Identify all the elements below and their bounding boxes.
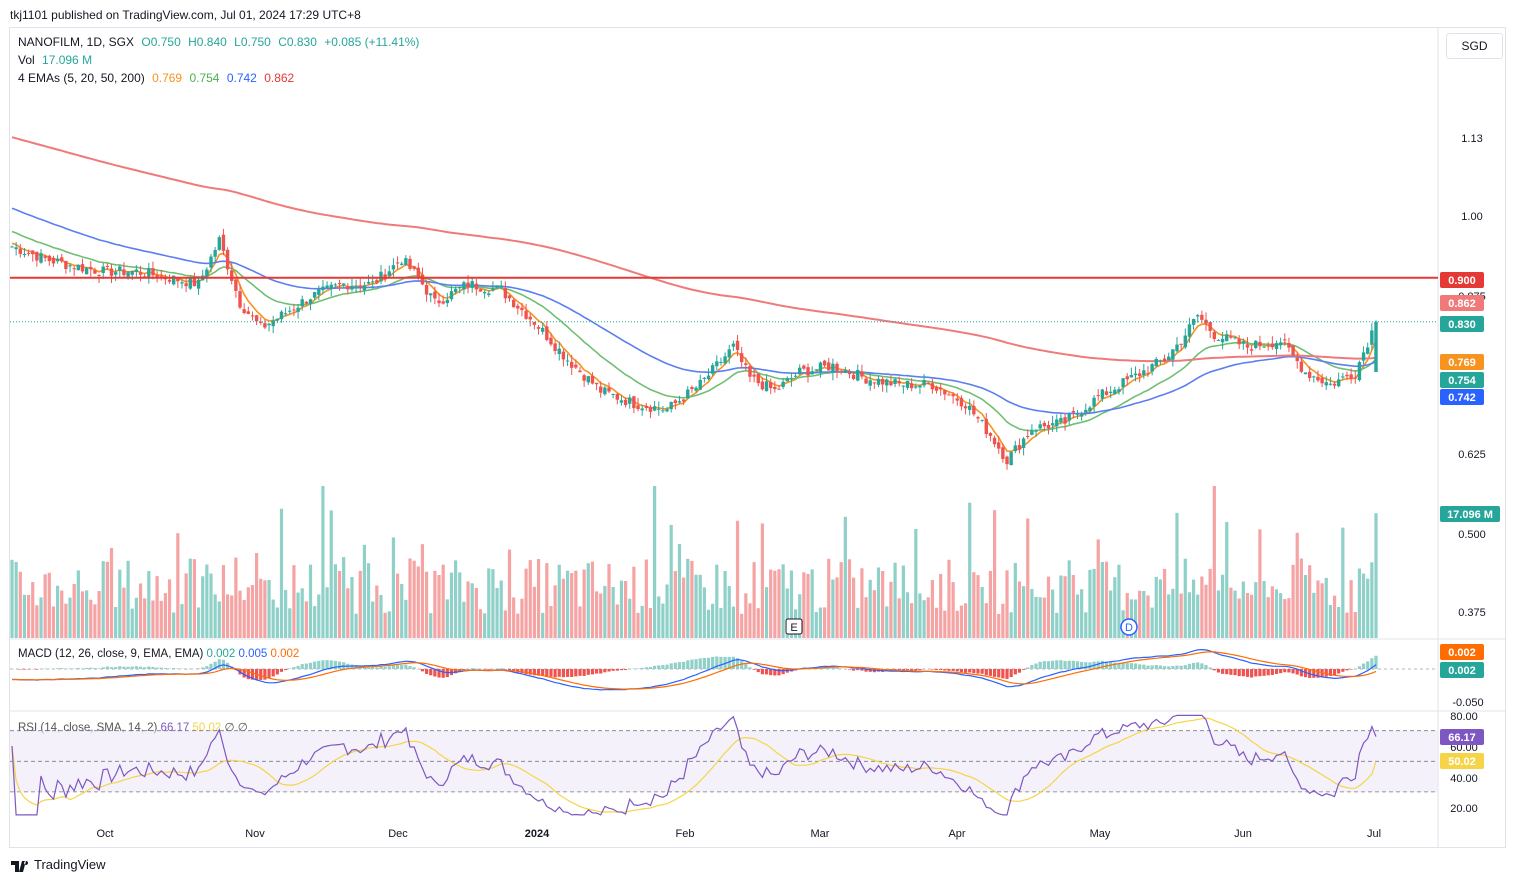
ema-legend[interactable]: 4 EMAs (5, 20, 50, 200) 0.769 0.754 0.74… [18, 71, 298, 85]
rsi-label: RSI (14, close, SMA, 14, 2) [18, 722, 158, 734]
vol-label: Vol [18, 53, 35, 67]
currency-button[interactable]: SGD [1446, 33, 1503, 59]
ohlc-high: H0.840 [188, 35, 227, 49]
macd-legend[interactable]: MACD (12, 26, close, 9, EMA, EMA) 0.002 … [18, 648, 299, 660]
symbol-legend[interactable]: NANOFILM, 1D, SGX O0.750 H0.840 L0.750 C… [18, 35, 423, 49]
ema20-value: 0.754 [189, 71, 220, 85]
ema200-value: 0.862 [264, 71, 295, 85]
brand-name: TradingView [34, 857, 106, 872]
ohlc-low: L0.750 [234, 35, 271, 49]
tradingview-logo[interactable]: TradingView [11, 857, 106, 872]
ema-label: 4 EMAs (5, 20, 50, 200) [18, 71, 145, 85]
tradingview-icon [11, 860, 29, 872]
macd-line-value: 0.005 [238, 648, 268, 660]
ema50-value: 0.742 [226, 71, 257, 85]
vol-value: 17.096 M [42, 53, 93, 67]
rsi-lower-value: ∅ [237, 722, 248, 734]
macd-label: MACD (12, 26, close, 9, EMA, EMA) [18, 648, 204, 660]
macd-signal-value: 0.002 [270, 648, 300, 660]
ohlc-open: O0.750 [141, 35, 181, 49]
rsi-upper-value: ∅ [224, 722, 235, 734]
rsi-value: 66.17 [160, 722, 190, 734]
symbol-name: NANOFILM, 1D, SGX [18, 35, 135, 49]
ohlc-change: +0.085 (+11.41%) [324, 35, 420, 49]
volume-legend[interactable]: Vol 17.096 M [18, 53, 96, 67]
macd-value: 0.002 [206, 648, 236, 660]
rsi-legend[interactable]: RSI (14, close, SMA, 14, 2) 66.17 50.02 … [18, 720, 248, 734]
ohlc-close: C0.830 [278, 35, 317, 49]
ema5-value: 0.769 [152, 71, 183, 85]
publish-text: tkj1101 published on TradingView.com, Ju… [10, 8, 361, 22]
rsi-ma-value: 50.02 [192, 722, 222, 734]
